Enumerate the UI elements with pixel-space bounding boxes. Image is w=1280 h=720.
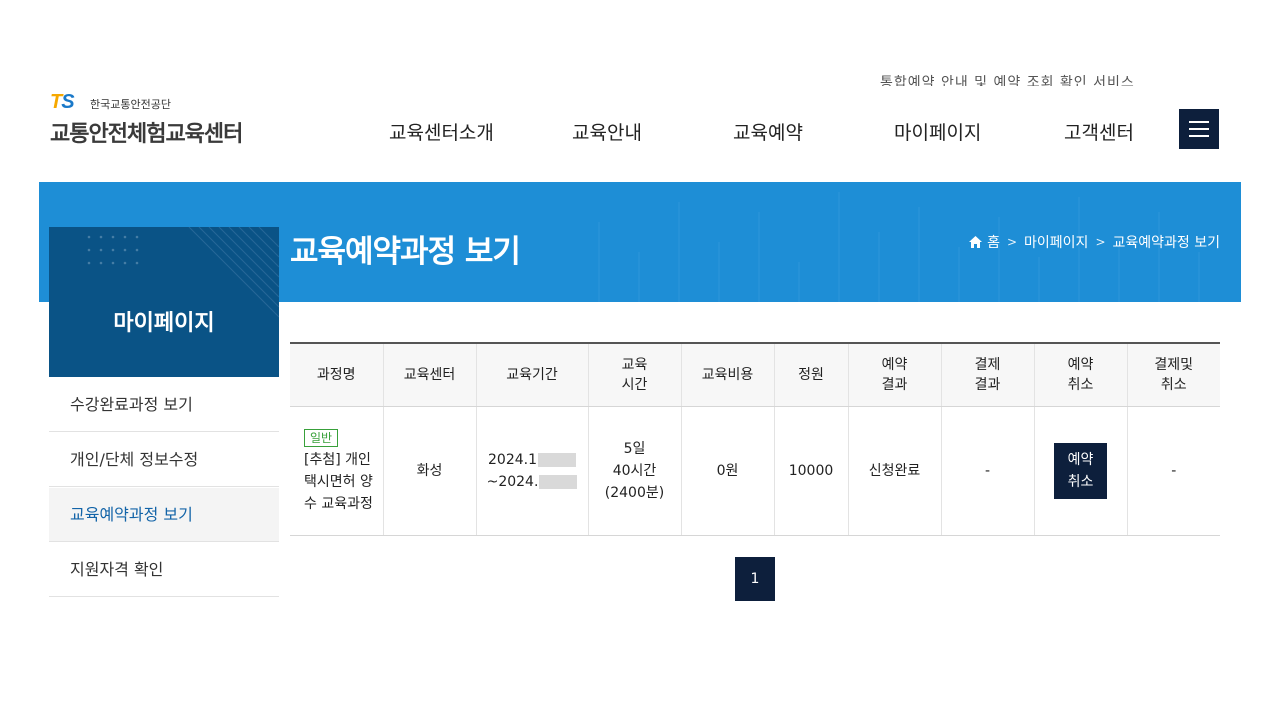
pagination-page-1[interactable]: 1 [735, 557, 775, 601]
top-utility-text: 통합예약 안내 및 예약 조회 확인 서비스 [880, 75, 1135, 86]
header-capacity: 정원 [774, 342, 849, 407]
ts-logo-mark: TS [50, 91, 75, 113]
cell-course: 일반 [추첨] 개인택시면허 양수 교육과정 [290, 406, 384, 536]
nav-item-education-info[interactable]: 교육안내 [572, 118, 642, 145]
cell-center: 화성 [383, 406, 477, 536]
nav-item-about[interactable]: 교육센터소개 [389, 118, 494, 145]
cell-capacity: 10000 [774, 406, 849, 536]
chevron-right-icon: > [1095, 235, 1106, 249]
header-payment-result: 결제 결과 [941, 342, 1035, 407]
sidebar-item-completed-courses[interactable]: 수강완료과정 보기 [49, 378, 279, 432]
cell-payment-cancel: - [1127, 406, 1220, 536]
cell-reservation-cancel: 예약 취소 [1034, 406, 1128, 536]
header-payment-cancel: 결제및 취소 [1127, 342, 1220, 407]
sidebar-item-eligibility-check[interactable]: 지원자격 확인 [49, 543, 279, 597]
cell-payment-result: - [941, 406, 1035, 536]
course-name: [추첨] 개인택시면허 양수 교육과정 [304, 452, 373, 512]
cell-period: 2024.1 ~2024. [476, 406, 589, 536]
chevron-right-icon: > [1006, 235, 1018, 249]
header-course-name: 과정명 [290, 342, 384, 407]
breadcrumb-home[interactable]: 홈 [987, 232, 1000, 252]
sidebar-item-profile-edit[interactable]: 개인/단체 정보수정 [49, 433, 279, 487]
period-start: 2024.1 [488, 452, 537, 468]
header-fee: 교육비용 [681, 342, 775, 407]
course-type-badge: 일반 [304, 429, 339, 447]
redacted-area [539, 475, 578, 489]
table-header-row: 과정명 교육센터 교육기간 교육 시간 교육비용 정원 예약 결과 결제 결과 … [290, 342, 1220, 407]
header-reservation-cancel: 예약 취소 [1034, 342, 1128, 407]
reservation-table: 과정명 교육센터 교육기간 교육 시간 교육비용 정원 예약 결과 결제 결과 … [290, 342, 1220, 536]
sidebar-item-reserved-courses[interactable]: 교육예약과정 보기 [49, 488, 279, 542]
cell-fee: 0원 [681, 406, 775, 536]
breadcrumb: 홈 > 마이페이지 > 교육예약과정 보기 [969, 232, 1220, 252]
cell-reservation-result: 신청완료 [848, 406, 942, 536]
breadcrumb-mypage[interactable]: 마이페이지 [1024, 232, 1088, 252]
sidebar-decoration [87, 227, 279, 318]
period-end: ~2024. [486, 474, 539, 490]
home-icon[interactable] [969, 236, 983, 248]
page-title: 교육예약과정 보기 [290, 234, 521, 270]
cancel-reservation-button[interactable]: 예약 취소 [1054, 443, 1107, 499]
nav-item-customer-center[interactable]: 고객센터 [1064, 118, 1134, 145]
nav-item-reservation[interactable]: 교육예약 [733, 118, 803, 145]
sidebar-title: 마이페이지 [113, 311, 215, 336]
cell-hours: 5일 40시간 (2400분) [588, 406, 682, 536]
table-row: 일반 [추첨] 개인택시면허 양수 교육과정 화성 2024.1 ~2024. … [290, 406, 1220, 536]
hamburger-menu-button[interactable] [1179, 109, 1219, 149]
header-center: 교육센터 [383, 342, 477, 407]
logo-subtitle: 한국교통안전공단 [90, 98, 171, 111]
header-hours: 교육 시간 [588, 342, 682, 407]
header-reservation-result: 예약 결과 [848, 342, 942, 407]
sidebar-header: 마이페이지 [49, 227, 279, 377]
nav-item-mypage[interactable]: 마이페이지 [894, 118, 981, 145]
breadcrumb-current[interactable]: 교육예약과정 보기 [1113, 232, 1221, 252]
header-period: 교육기간 [476, 342, 589, 407]
logo-title: 교통안전체험교육센터 [50, 122, 243, 147]
redacted-area [538, 453, 576, 467]
